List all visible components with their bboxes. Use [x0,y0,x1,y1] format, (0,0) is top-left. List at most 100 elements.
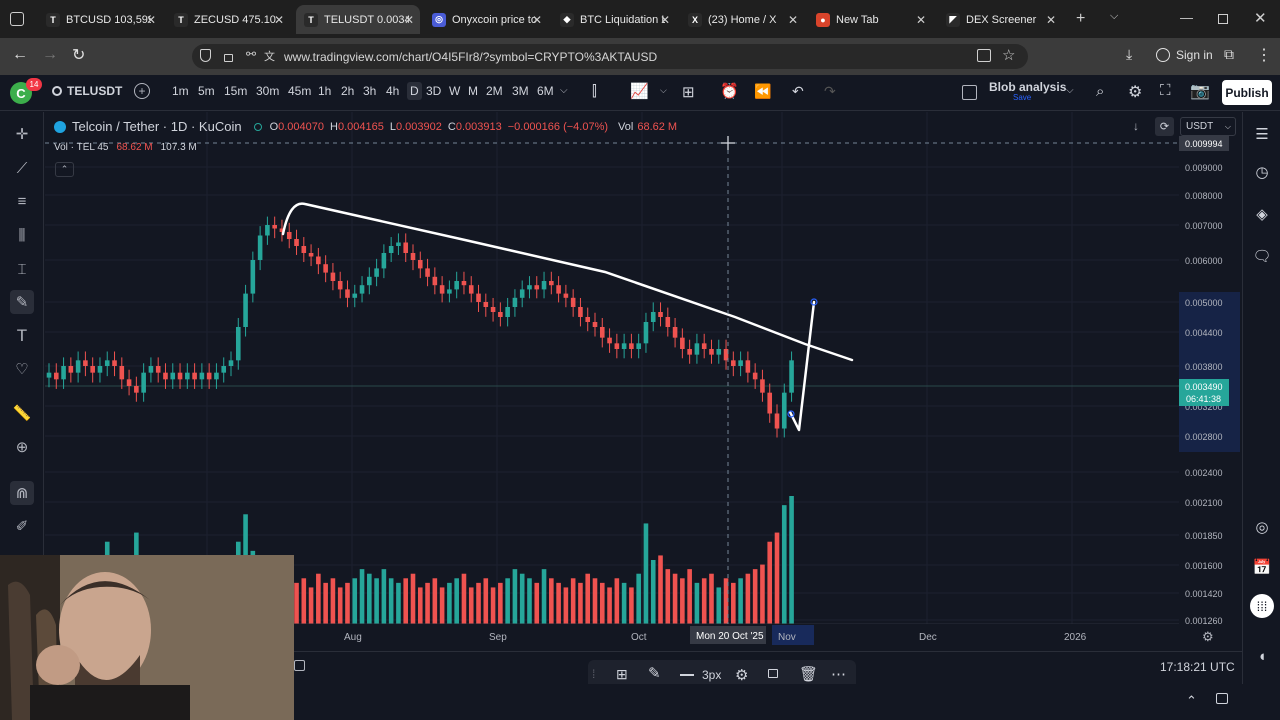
timeframe-6m[interactable]: 6M [537,84,554,98]
timeframe-2m[interactable]: 2M [486,84,503,98]
timeframe-w[interactable]: W [449,84,460,98]
timeframe-15m[interactable]: 15m [224,84,247,98]
auto-scale-icon[interactable]: ⟳ [1155,117,1174,136]
window-minimize-icon[interactable]: — [1180,10,1193,25]
url-field[interactable]: ⚯ 文 www.tradingview.com/chart/O4I5FIr8/?… [192,44,1028,69]
new-tab-icon[interactable]: + [1076,10,1085,28]
indicators-dropdown-icon[interactable]: ⌵ [660,85,667,96]
target-icon[interactable]: ◎ [1250,515,1274,539]
timeframe-2h[interactable]: 2h [341,84,354,98]
publish-button[interactable]: Publish [1222,80,1272,105]
settings-gear-icon[interactable]: ⚙ [1128,82,1142,102]
tab-close-icon[interactable]: ✕ [788,13,798,27]
indicators-icon[interactable]: 📈 [630,82,649,100]
extensions-icon[interactable]: ⧉ [1224,46,1234,63]
window-close-icon[interactable]: ✕ [1254,9,1267,27]
fullscreen-icon[interactable]: ⛶ [1160,82,1171,99]
date-range-calendar-icon[interactable] [294,660,305,671]
watchlist-icon[interactable]: ☰ [1250,122,1274,146]
delete-drawing-icon[interactable]: 🗑 [799,665,818,683]
timeframe-m[interactable]: M [468,84,478,98]
timeframe-1m[interactable]: 1m [172,84,189,98]
back-icon[interactable]: ← [12,46,28,64]
calendar-icon[interactable]: 📅 [1250,555,1274,579]
browser-more-icon[interactable]: ⋮ [1256,45,1272,65]
download-icon[interactable]: ⤓ [1126,46,1132,63]
chart-type-icon[interactable]: ⫿ [592,83,597,100]
layout-name[interactable]: Blob analysis Save [989,80,1066,102]
compare-symbol-icon[interactable]: + [134,83,150,99]
shield-icon[interactable] [200,49,211,62]
vol-row-label[interactable]: Vol · TEL 45 [54,142,108,153]
line-width-button[interactable]: 3px [680,668,721,682]
pencil-color-icon[interactable]: ✎ [648,664,661,682]
timeframe-45m[interactable]: 45m [288,84,311,98]
browser-tab[interactable]: ◤ DEX Screener ✕ [938,5,1062,34]
more-options-icon[interactable]: ⋯ [831,665,846,683]
browser-tab[interactable]: X (23) Home / X ✕ [680,5,804,34]
permissions-icon[interactable]: ⚯ [246,47,256,61]
fib-icon[interactable]: ≡ [10,189,34,213]
drag-handle-icon[interactable]: ⁞ [592,667,595,681]
symbol-search-button[interactable]: TELUSDT [52,84,122,98]
alerts-clock-icon[interactable]: ◷ [1250,160,1274,184]
text-icon[interactable]: T [10,324,34,348]
tab-close-icon[interactable]: ✕ [404,13,414,27]
price-axis[interactable]: 0.009000 0.008000 0.007000 0.006000 0.005000… [1179,112,1242,651]
reload-icon[interactable]: ↻ [72,45,85,65]
replay-icon[interactable]: ⏪ [754,83,771,100]
window-restore-icon[interactable] [1218,14,1228,24]
maximize-panel-icon[interactable] [1216,693,1228,704]
browser-tab[interactable]: T ZECUSD 475.10 ▲✕ [166,5,290,34]
utc-clock[interactable]: 17:18:21 UTC [1160,660,1235,674]
brush-icon[interactable]: ✎ [10,290,34,314]
bookmark-star-icon[interactable]: ☆ [1002,46,1015,64]
timeframe-5m[interactable]: 5m [198,84,215,98]
trend-line-icon[interactable]: ⟋ [10,156,34,180]
timezone-settings-icon[interactable]: ⚙ [1202,629,1214,645]
tab-close-icon[interactable]: ✕ [1046,13,1056,27]
layout-icon[interactable]: ⊞ [682,83,695,101]
timeframe-1h[interactable]: 1h [318,84,331,98]
timeframe-3h[interactable]: 3h [363,84,376,98]
tab-close-icon[interactable]: ✕ [916,13,926,27]
layout-dropdown-icon[interactable]: ⌵ [1066,85,1074,96]
blob-analysis-checkbox[interactable] [962,85,977,100]
tab-close-icon[interactable]: ✕ [660,13,670,27]
collapse-panel-icon[interactable]: ⌃ [1186,693,1197,709]
timeframe-d[interactable]: D [407,82,422,100]
browser-tab[interactable]: ◆ BTC Liquidation Le ✕ [552,5,676,34]
currency-selector[interactable]: USDT ⌵ [1180,117,1236,136]
template-grid-icon[interactable]: ⊞ [616,666,628,683]
browser-tab[interactable]: ● New Tab ✕ [808,5,932,34]
ruler-icon[interactable]: 📏 [10,401,34,425]
apps-grid-icon[interactable]: ⁞⁞⁞ [1250,594,1274,618]
browser-tab[interactable]: T BTCUSD 103,599.6✕ [38,5,162,34]
quick-search-icon[interactable]: ⌕ [1096,83,1104,100]
undo-icon[interactable]: ↶ [792,83,804,100]
tab-list-icon[interactable]: ⌵ [1110,10,1118,23]
forward-icon[interactable]: → [42,46,58,64]
browser-tab[interactable]: ◎ Onyxcoin price to ✕ [424,5,548,34]
timeframe-3d[interactable]: 3D [426,84,441,98]
magnet-icon[interactable]: ⋒ [10,481,34,505]
legend-title[interactable]: Telcoin / Tether · 1D · KuCoin [72,119,242,134]
snapshot-camera-icon[interactable]: 📷 [1190,81,1210,101]
redo-icon[interactable]: ↷ [824,83,836,100]
screenshot-icon[interactable] [977,49,991,62]
tab-close-icon[interactable]: ✕ [532,13,542,27]
layers-icon[interactable]: ◈ [1250,202,1274,226]
lock-icon[interactable] [224,54,233,62]
timeframe-4h[interactable]: 4h [386,84,399,98]
lock-drawing-icon[interactable] [768,669,778,678]
chat-icon[interactable]: 🗨 [1250,244,1274,268]
timeframe-dropdown-icon[interactable]: ⌵ [560,85,568,96]
broadcast-icon[interactable]: ◖ [1250,644,1274,668]
scroll-down-icon[interactable]: ↓ [1133,119,1139,133]
sign-in-button[interactable]: Sign in [1156,48,1213,62]
tab-close-icon[interactable]: ✕ [146,13,156,27]
visibility-settings-icon[interactable]: ⚙ [735,666,748,684]
timeframe-3m[interactable]: 3M [512,84,529,98]
alert-icon[interactable]: ⏰ [720,82,739,100]
tab-close-icon[interactable]: ✕ [274,13,284,27]
